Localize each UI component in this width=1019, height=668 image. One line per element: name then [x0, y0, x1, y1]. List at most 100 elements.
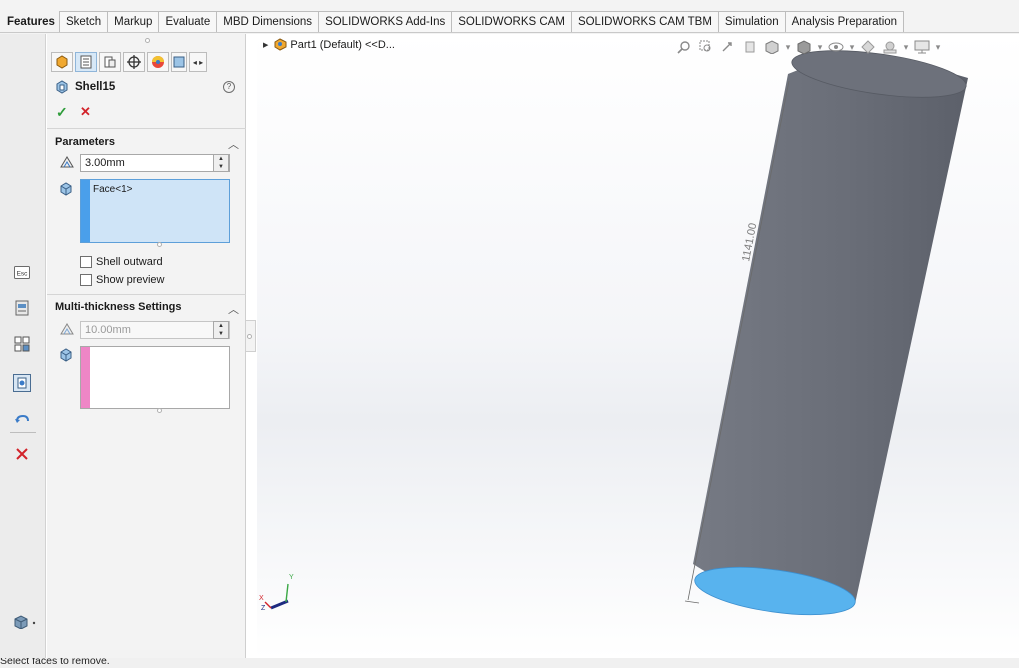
face-list-item[interactable]: Face<1>: [93, 184, 132, 195]
dimxpert-icon: [127, 55, 141, 69]
tab-evaluate[interactable]: Evaluate: [158, 11, 218, 33]
multi-thickness-header[interactable]: Multi-thickness Settings ︿: [55, 301, 239, 317]
pm-tab-scroll[interactable]: ◂ ▸: [189, 52, 207, 72]
multi-thickness-value: 10.00mm: [85, 324, 131, 336]
parameters-title: Parameters: [55, 136, 115, 148]
cube-dropdown-icon[interactable]: [10, 612, 40, 632]
toolbar-divider: [10, 432, 36, 433]
zoom-to-fit-icon[interactable]: [673, 38, 695, 56]
collapse-chevron-icon[interactable]: ︿: [228, 136, 239, 152]
thickness-value: 3.00mm: [85, 157, 125, 169]
grid-icon[interactable]: [12, 334, 32, 354]
show-preview-checkbox[interactable]: Show preview: [80, 273, 164, 287]
part-label[interactable]: Part1 (Default) <<D...: [290, 39, 395, 51]
tab-mbd-dimensions[interactable]: MBD Dimensions: [216, 11, 320, 33]
graphics-area[interactable]: 1141.00 Y X Z: [257, 34, 1019, 658]
shell-outward-checkbox[interactable]: Shell outward: [80, 255, 163, 269]
display-manager-icon: [152, 56, 164, 68]
feature-title-row: Shell15: [55, 80, 115, 94]
tab-features[interactable]: Features: [0, 11, 60, 33]
thickness-spinner[interactable]: ▲ ▼: [213, 154, 229, 172]
show-preview-box[interactable]: [80, 274, 92, 286]
collapse-chevron-icon[interactable]: ︿: [228, 301, 239, 317]
snap-icon[interactable]: [12, 373, 32, 393]
multi-list-resize-grip[interactable]: [157, 408, 162, 413]
property-manager-tab[interactable]: [75, 52, 97, 72]
command-manager: Features Sketch Markup Evaluate MBD Dimensio…: [0, 0, 1019, 34]
dimxpert-tab[interactable]: [123, 52, 145, 72]
expand-arrow-icon[interactable]: ▶: [263, 41, 268, 49]
tab-markup[interactable]: Markup: [107, 11, 160, 33]
multi-thickness-faces-list[interactable]: [80, 346, 230, 409]
cam-manager-icon: [173, 56, 185, 68]
esc-icon[interactable]: Esc: [12, 262, 32, 282]
configuration-manager-tab[interactable]: [99, 52, 121, 72]
show-preview-label: Show preview: [96, 274, 165, 286]
faces-to-remove-list[interactable]: Face<1>: [80, 179, 230, 243]
svg-text:Esc: Esc: [17, 270, 29, 277]
property-manager-icon: [80, 55, 92, 69]
display-manager-tab[interactable]: [147, 52, 169, 72]
tab-solidworks-cam[interactable]: SOLIDWORKS CAM: [451, 11, 572, 33]
undo-icon[interactable]: [12, 410, 32, 430]
dropdown-arrow-icon[interactable]: ▾: [847, 38, 857, 56]
model-canvas[interactable]: 1141.00 Y X Z: [257, 34, 1019, 658]
faces-list-resize-grip[interactable]: [157, 242, 162, 247]
apply-scene-icon[interactable]: [879, 38, 901, 56]
feature-tree-flyout[interactable]: ▶ Part1 (Default) <<D...: [263, 38, 395, 51]
pm-collapse-handle[interactable]: [246, 320, 256, 352]
tab-sketch[interactable]: Sketch: [58, 11, 109, 33]
left-toolbar: Esc: [0, 34, 46, 658]
ok-button[interactable]: ✓: [56, 104, 68, 121]
shell-outward-box[interactable]: [80, 256, 92, 268]
dropdown-arrow-icon[interactable]: ▾: [901, 38, 911, 56]
status-bar: Select faces to remove.: [0, 658, 1019, 668]
multi-faces-color-bar: [81, 347, 90, 408]
section-divider: [47, 128, 246, 129]
triad-y-label: Y: [289, 574, 294, 581]
pm-collapse-grip[interactable]: [247, 334, 252, 339]
multi-thickness-spinner[interactable]: ▲ ▼: [213, 321, 229, 339]
multi-thickness-title: Multi-thickness Settings: [55, 301, 182, 313]
pm-tab-strip: ◂ ▸: [51, 52, 207, 72]
section-view-icon[interactable]: [739, 38, 761, 56]
tab-analysis-preparation[interactable]: Analysis Preparation: [784, 11, 905, 33]
tab-solidworks-cam-tbm[interactable]: SOLIDWORKS CAM TBM: [570, 11, 719, 33]
tab-solidworks-add-ins[interactable]: SOLIDWORKS Add-Ins: [318, 11, 453, 33]
status-text: Select faces to remove.: [0, 658, 110, 667]
thickness-icon: [59, 155, 75, 172]
dropdown-arrow-icon[interactable]: ▾: [815, 38, 825, 56]
heads-up-view-toolbar: ▾ ▾ ▾ ▾ ▾: [673, 38, 943, 56]
part-icon: [274, 38, 287, 51]
cam-manager-tab[interactable]: [171, 52, 187, 72]
tab-simulation[interactable]: Simulation: [717, 11, 786, 33]
multi-thickness-input[interactable]: 10.00mm ▲ ▼: [80, 321, 230, 339]
display-style-icon[interactable]: [793, 38, 815, 56]
pm-top-grip[interactable]: [145, 38, 150, 43]
triad-z-label: Z: [261, 605, 266, 612]
feature-manager-icon: [56, 55, 68, 69]
hide-show-items-icon[interactable]: [825, 38, 847, 56]
dropdown-arrow-icon[interactable]: ▾: [933, 38, 943, 56]
dropdown-arrow-icon[interactable]: ▾: [783, 38, 793, 56]
view-orientation-icon[interactable]: [761, 38, 783, 56]
shell-feature-icon: [56, 80, 68, 94]
feature-title: Shell15: [75, 81, 116, 93]
cylinder-body[interactable]: [693, 59, 968, 609]
close-icon[interactable]: [12, 444, 32, 464]
zoom-to-area-icon[interactable]: [695, 38, 717, 56]
command-tabs: Features Sketch Markup Evaluate MBD Dimensio…: [0, 11, 905, 33]
faces-list-color-bar: [81, 180, 90, 242]
help-icon[interactable]: ?: [223, 81, 235, 93]
previous-view-icon[interactable]: [717, 38, 739, 56]
cancel-button[interactable]: ✕: [80, 104, 91, 120]
multi-face-selection-icon: [59, 348, 73, 365]
thickness-input[interactable]: 3.00mm ▲ ▼: [80, 154, 230, 172]
edit-appearance-icon[interactable]: [857, 38, 879, 56]
view-settings-icon[interactable]: [911, 38, 933, 56]
parameters-header[interactable]: Parameters ︿: [55, 136, 239, 152]
feature-manager-tab[interactable]: [51, 52, 73, 72]
section-divider: [47, 294, 246, 295]
reference-triad: Y X Z: [259, 574, 294, 612]
print-icon[interactable]: [12, 298, 32, 318]
